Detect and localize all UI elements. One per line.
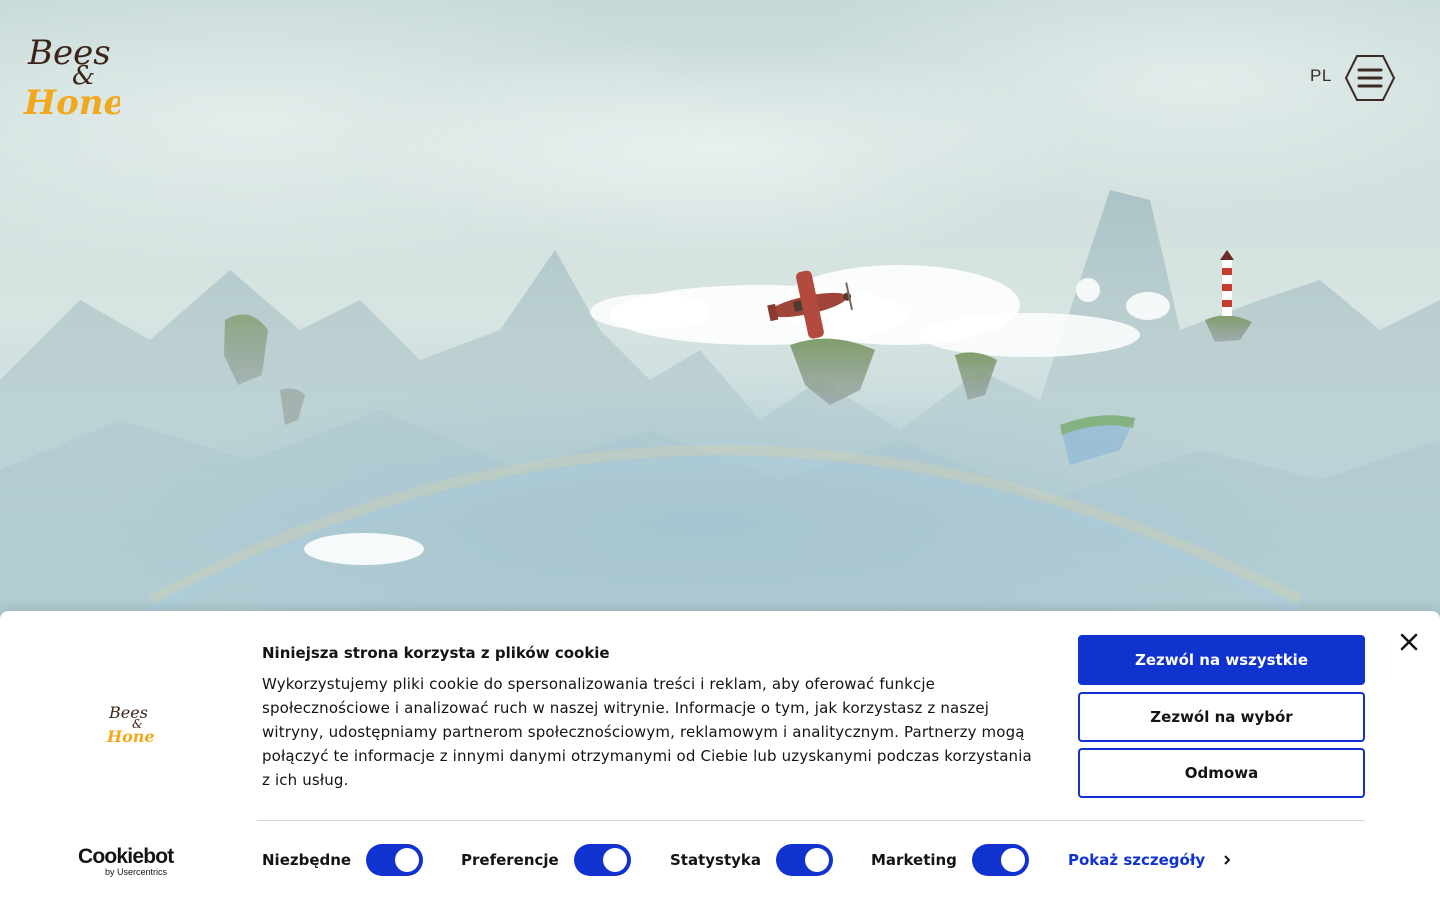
bees-and-honey-logo[interactable]: Bees & Honey <box>22 28 120 128</box>
cookie-description: Wykorzystujemy pliki cookie do spersonal… <box>262 675 1032 789</box>
cookie-consent-banner: Bees & Honey Niniejsza strona korzysta z… <box>0 611 1440 900</box>
show-details-link[interactable]: Pokaż szczegóły <box>1068 851 1231 869</box>
cookiebot-name: Cookiebot <box>78 845 174 868</box>
svg-text:Bees: Bees <box>27 33 111 73</box>
deny-button[interactable]: Odmowa <box>1078 748 1365 798</box>
chevron-right-icon <box>1224 855 1231 865</box>
svg-text:Honey: Honey <box>23 83 120 123</box>
language-switcher[interactable]: PL <box>1310 66 1332 86</box>
marketing-switch[interactable] <box>971 844 1029 876</box>
toggle-marketing: Marketing <box>871 843 1029 877</box>
toggle-label: Preferencje <box>461 851 559 869</box>
statistics-switch[interactable] <box>776 844 834 876</box>
hamburger-hexagon-icon[interactable] <box>1344 54 1396 102</box>
allow-selection-button[interactable]: Zezwól na wybór <box>1078 692 1365 742</box>
necessary-switch[interactable] <box>366 844 424 876</box>
divider <box>257 820 1365 821</box>
svg-text:Honey: Honey <box>106 727 154 746</box>
cookie-title: Niniejsza strona korzysta z plików cooki… <box>262 644 610 662</box>
close-icon[interactable] <box>1396 629 1422 655</box>
allow-all-button[interactable]: Zezwól na wszystkie <box>1078 635 1365 685</box>
toggle-label: Niezbędne <box>262 851 352 869</box>
toggle-necessary: Niezbędne <box>262 843 424 877</box>
cookiebot-logo: Cookiebot by Usercentrics <box>78 845 174 877</box>
preferences-switch[interactable] <box>573 844 631 876</box>
toggle-label: Marketing <box>871 851 957 869</box>
site-logo-small: Bees & Honey <box>106 703 154 746</box>
toggle-preferences: Preferencje <box>461 843 631 877</box>
cookiebot-sub: by Usercentrics <box>105 867 168 877</box>
toggle-statistics: Statystyka <box>670 843 834 877</box>
show-details-label: Pokaż szczegóły <box>1068 851 1206 869</box>
toggle-label: Statystyka <box>670 851 762 869</box>
